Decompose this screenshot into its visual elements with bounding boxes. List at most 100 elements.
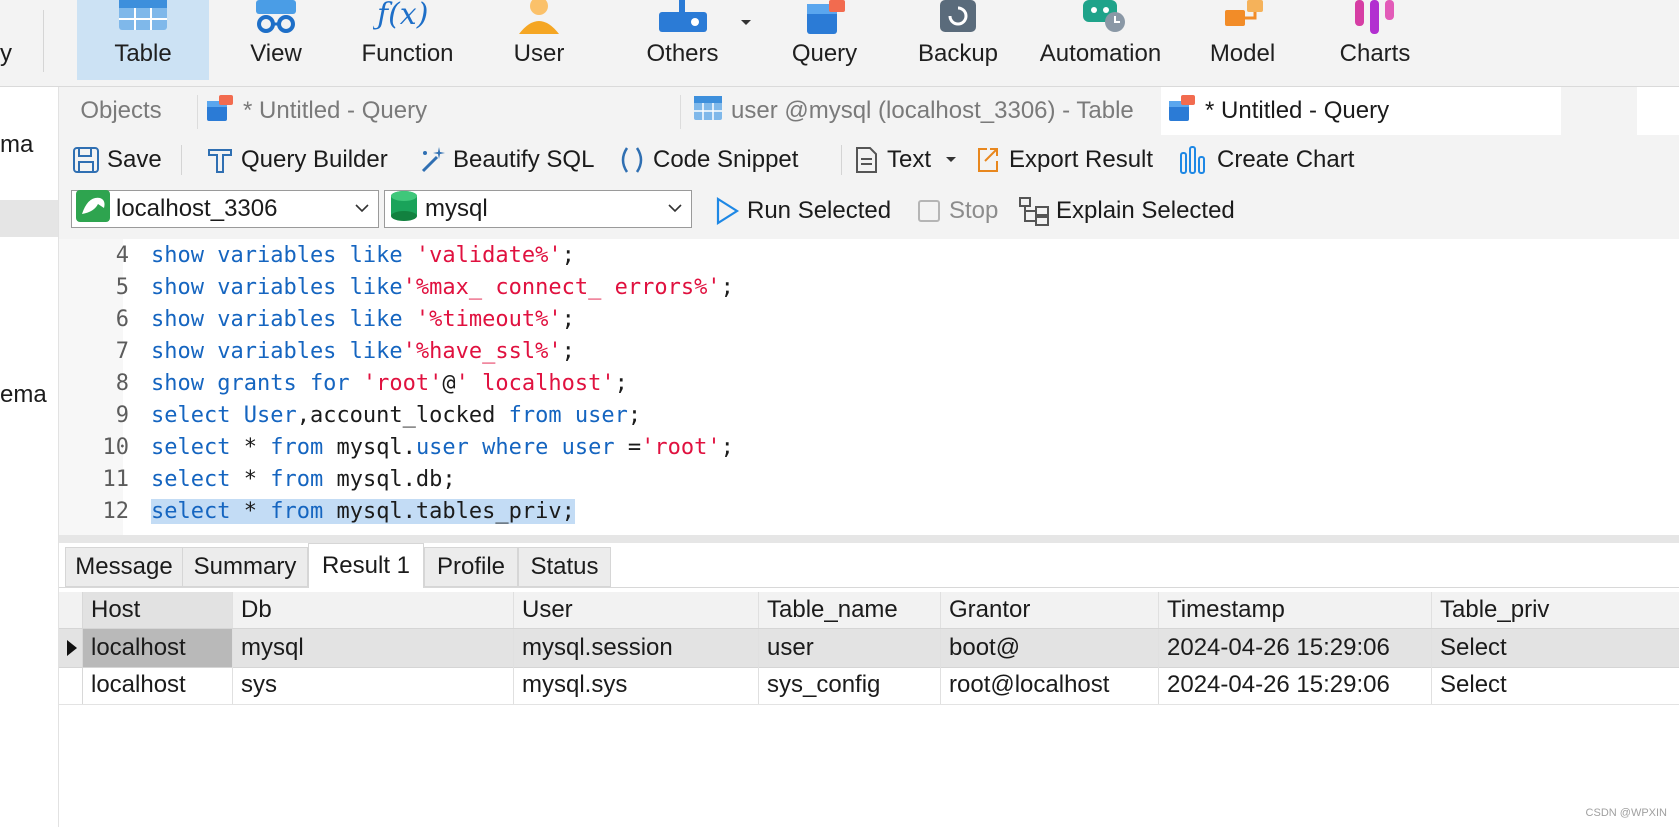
tab-summary[interactable]: Summary (182, 547, 308, 587)
table-row[interactable]: localhost mysql mysql.session user boot@… (59, 628, 1679, 668)
beautify-sql-button[interactable]: Beautify SQL (417, 143, 594, 177)
code-line[interactable]: show variables like 'validate%'; (151, 243, 575, 268)
editor-result-splitter[interactable] (59, 535, 1679, 543)
grid-cell[interactable]: 2024-04-26 15:29:06 (1159, 666, 1432, 704)
sql-token: mysql.db; (336, 467, 456, 492)
save-icon (73, 147, 99, 173)
tab-untitled-query-active[interactable]: * Untitled - Query (1161, 87, 1561, 135)
sql-token: ,account_locked (296, 403, 509, 428)
connection-bar: localhost_3306 mysql Run Selected Stop E… (59, 183, 1679, 239)
column-header-user[interactable]: User (514, 592, 759, 628)
tab-result-1[interactable]: Result 1 (308, 543, 424, 588)
grid-cell[interactable]: mysql.session (514, 629, 759, 667)
ribbon-table-button[interactable]: Table (77, 0, 209, 80)
ribbon-charts-button[interactable]: Charts (1320, 0, 1430, 80)
others-dropdown-arrow-icon[interactable] (740, 14, 752, 32)
magic-wand-icon (421, 147, 445, 173)
column-header-timestamp[interactable]: Timestamp (1159, 592, 1432, 628)
table-row[interactable]: localhost sys mysql.sys sys_config root@… (59, 666, 1679, 705)
charts-icon (1349, 0, 1401, 39)
table-icon (117, 0, 169, 39)
grid-cell[interactable]: Select (1432, 666, 1679, 704)
code-line[interactable]: select * from mysql.user where user ='ro… (151, 435, 734, 460)
database-select[interactable]: mysql (384, 190, 692, 228)
export-result-button[interactable]: Export Result (973, 143, 1153, 177)
query-builder-label: Query Builder (241, 146, 388, 173)
tab-untitled-query-1[interactable]: * Untitled - Query (205, 87, 735, 135)
grid-cell[interactable]: root@localhost (941, 666, 1159, 704)
sql-token: = (627, 435, 642, 460)
create-chart-label: Create Chart (1217, 146, 1355, 173)
grid-cell[interactable]: sys (233, 666, 514, 704)
navigator-item-schema-2[interactable]: ema (0, 381, 47, 409)
line-number-gutter: 4 5 6 7 8 9 10 11 12 (59, 239, 129, 535)
grid-cell[interactable]: localhost (83, 629, 233, 667)
ribbon-function-button[interactable]: ƒ(x) Function (340, 0, 475, 80)
sql-keyword: show variables like (151, 307, 416, 332)
column-header-table-name[interactable]: Table_name (759, 592, 941, 628)
grid-cell[interactable]: mysql.sys (514, 666, 759, 704)
line-number: 7 (115, 339, 129, 364)
code-line[interactable]: show variables like'%max_ connect_ error… (151, 275, 734, 300)
connection-select[interactable]: localhost_3306 (71, 189, 379, 228)
grid-cell[interactable]: user (759, 629, 941, 667)
toolbar-separator (841, 145, 842, 175)
ribbon-others-button[interactable]: Others (620, 0, 751, 80)
tab-label: * Untitled - Query (243, 97, 428, 124)
grid-cell[interactable]: mysql (233, 629, 514, 667)
column-header-grantor[interactable]: Grantor (941, 592, 1159, 628)
code-line[interactable]: show grants for 'root'@' localhost'; (151, 371, 628, 396)
tab-message[interactable]: Message (65, 547, 183, 587)
row-marker-header (59, 592, 83, 628)
save-label: Save (107, 146, 162, 173)
grid-cell[interactable]: 2024-04-26 15:29:06 (1159, 629, 1432, 667)
sql-text: show variables like '%timeout%'; (151, 307, 575, 332)
navigator-item-schema-1[interactable]: ma (0, 131, 33, 159)
grid-header-row: Host Db User Table_name Grantor Timestam… (59, 592, 1679, 628)
code-snippet-icon (621, 147, 643, 173)
tab-user-table[interactable]: user @mysql (localhost_3306) - Table (685, 87, 1145, 135)
code-line[interactable]: select User,account_locked from user; (151, 403, 641, 428)
chevron-down-icon (668, 204, 682, 213)
table-tab-icon (693, 93, 723, 130)
code-line[interactable]: show variables like '%timeout%'; (151, 307, 575, 332)
create-chart-button[interactable]: Create Chart (1179, 143, 1354, 177)
chevron-down-icon (355, 204, 369, 213)
column-header-table-priv[interactable]: Table_priv (1432, 592, 1679, 628)
navigator-selected-item[interactable] (0, 200, 58, 237)
grid-cell[interactable]: localhost (83, 666, 233, 704)
sql-keyword: show variables like (151, 339, 403, 364)
tab-profile[interactable]: Profile (424, 547, 518, 587)
code-line[interactable]: select * from mysql.tables_priv; (151, 499, 575, 524)
code-line[interactable]: show variables like'%have_ssl%'; (151, 339, 575, 364)
run-selected-label: Run Selected (747, 197, 892, 224)
ribbon-model-button[interactable]: Model (1190, 0, 1295, 80)
stop-button[interactable]: Stop (915, 194, 998, 228)
code-snippet-button[interactable]: Code Snippet (617, 143, 798, 177)
sql-editor[interactable]: 4 5 6 7 8 9 10 11 12 show variables like 'valida… (59, 239, 1679, 535)
tab-status[interactable]: Status (518, 547, 611, 587)
ribbon-automation-button[interactable]: Automation (1023, 0, 1178, 80)
column-header-host[interactable]: Host (83, 592, 233, 628)
grid-cell[interactable]: sys_config (759, 666, 941, 704)
ribbon-query-button[interactable]: Query (772, 0, 877, 80)
sql-token: ; (561, 307, 575, 332)
ribbon-backup-button[interactable]: Backup (903, 0, 1013, 80)
query-tab-icon (1167, 93, 1197, 130)
text-output-dropdown[interactable]: Text (851, 143, 963, 177)
query-builder-button[interactable]: Query Builder (205, 143, 388, 177)
sql-token: ; (720, 275, 734, 300)
sql-token: ; (720, 435, 734, 460)
column-header-db[interactable]: Db (233, 592, 514, 628)
code-line[interactable]: select * from mysql.db; (151, 467, 456, 492)
watermark-text: CSDN @WPXIN (1585, 807, 1667, 819)
run-selected-button[interactable]: Run Selected (713, 194, 891, 228)
grid-cell[interactable]: boot@ (941, 629, 1159, 667)
save-button[interactable]: Save (71, 143, 162, 177)
tab-objects[interactable]: Objects (59, 87, 183, 135)
ribbon-view-button[interactable]: View (222, 0, 330, 80)
grid-cell[interactable]: Select (1432, 629, 1679, 667)
chevron-down-icon (946, 157, 957, 162)
ribbon-user-button[interactable]: User (489, 0, 589, 80)
explain-selected-button[interactable]: Explain Selected (1018, 194, 1235, 228)
